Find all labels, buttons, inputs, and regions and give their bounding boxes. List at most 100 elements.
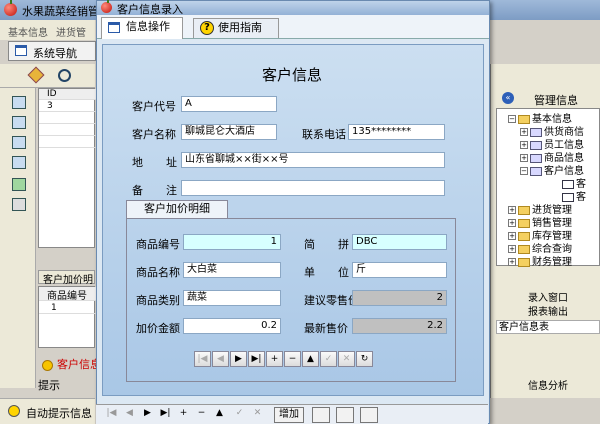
grid-header: 商品编号 <box>39 287 96 302</box>
unit-input[interactable]: 斤 <box>352 262 447 278</box>
tree-item-goods[interactable]: + 商品信息 <box>520 149 584 164</box>
grid-row[interactable]: 3 <box>39 101 96 112</box>
bottom-delete-button[interactable]: − <box>194 406 209 422</box>
post-record-button[interactable]: ✓ <box>320 351 337 367</box>
plus-icon[interactable]: + <box>508 206 516 214</box>
tree-item-customer-form[interactable]: 客 <box>562 175 586 190</box>
tree-item-staff[interactable]: + 员工信息 <box>520 136 584 151</box>
pinyin-input[interactable]: DBC <box>352 234 447 250</box>
item-name-input[interactable]: 大白菜 <box>183 262 281 278</box>
bottom-cancel-button[interactable]: ✕ <box>250 406 265 422</box>
remark-label-2: 注 <box>166 184 177 197</box>
edit-record-button[interactable]: ▲ <box>302 351 319 367</box>
tree-item-purchase[interactable]: + 进货管理 <box>508 201 572 216</box>
minus-icon[interactable]: − <box>508 115 516 123</box>
folder-icon <box>518 257 530 267</box>
bottom-post-button[interactable]: ✓ <box>232 406 247 422</box>
main-menu-bar: 基本信息 进货管 <box>0 20 95 40</box>
app-apple-icon <box>101 0 112 13</box>
plus-icon[interactable]: + <box>520 141 528 149</box>
refresh-record-button[interactable]: ↻ <box>356 351 373 367</box>
markup-input[interactable]: 0.2 <box>183 318 281 334</box>
export-icon[interactable] <box>360 407 378 423</box>
tree-item-finance[interactable]: + 财务管理 <box>508 253 572 268</box>
bottom-insert-button[interactable]: + <box>176 406 191 422</box>
tree-item-query[interactable]: + 综合查询 <box>508 240 572 255</box>
warning-text: 客户信息 <box>57 358 101 371</box>
customer-name-input[interactable]: 聊城昆仑大酒店 <box>181 124 277 140</box>
bottom-prev-button[interactable]: ◀ <box>122 406 137 422</box>
list-icon[interactable] <box>12 136 26 149</box>
first-record-button[interactable]: |◀ <box>194 351 211 367</box>
tree-item-customer[interactable]: − 客户信息 <box>520 162 584 177</box>
entry-window-button[interactable]: 录入窗口 <box>496 292 600 306</box>
report-output-button[interactable]: 报表输出 <box>496 306 600 320</box>
remark-input[interactable] <box>181 180 445 196</box>
latest-price-label: 最新售价 <box>304 322 348 335</box>
tree-item-basic[interactable]: − 基本信息 <box>508 110 572 125</box>
plus-icon[interactable]: + <box>520 154 528 162</box>
plus-icon[interactable]: + <box>508 232 516 240</box>
delete-record-button[interactable]: − <box>284 351 301 367</box>
bottom-next-button[interactable]: ▶ <box>140 406 155 422</box>
cancel-record-button[interactable]: ✕ <box>338 351 355 367</box>
plus-icon[interactable]: + <box>508 219 516 227</box>
warning-icon <box>42 359 53 371</box>
address-label-2: 址 <box>166 156 177 169</box>
bottom-last-button[interactable]: ▶| <box>158 406 173 422</box>
left-data-grid[interactable]: ID 3 <box>38 88 96 248</box>
bottom-edit-button[interactable]: ▲ <box>212 406 227 422</box>
tab-customer-markup-detail[interactable]: 客户加价明细 <box>126 200 228 218</box>
chart-icon[interactable] <box>12 178 26 191</box>
right-panel-title: 管理信息 <box>534 94 578 107</box>
phone-input[interactable]: 135******** <box>348 124 445 140</box>
address-input[interactable]: 山东省聊城××街××号 <box>181 152 445 168</box>
add-button[interactable]: 增加 <box>274 407 304 423</box>
item-code-input[interactable]: 1 <box>183 234 281 250</box>
tab-user-guide-label: 使用指南 <box>218 21 262 34</box>
bottom-first-button[interactable]: |◀ <box>104 406 119 422</box>
preview-icon[interactable] <box>336 407 354 423</box>
pencil-icon[interactable] <box>27 66 45 84</box>
tab-user-guide[interactable]: ? 使用指南 <box>193 18 279 38</box>
customer-code-input[interactable]: A <box>181 96 277 112</box>
info-analysis-button[interactable]: 信息分析 <box>496 380 600 394</box>
collapse-icon[interactable]: « <box>502 92 514 104</box>
app-apple-icon <box>4 0 17 16</box>
grid-row[interactable] <box>39 113 96 124</box>
category-input[interactable]: 蔬菜 <box>183 290 281 306</box>
report-icon[interactable] <box>12 156 26 169</box>
right-panel-header: « 管理信息 <box>496 92 600 107</box>
tree-item-customer-report[interactable]: 客 <box>562 188 586 203</box>
item-code-label: 商品编号 <box>136 238 180 251</box>
module-icon[interactable] <box>12 96 26 109</box>
tab-customer-markup[interactable]: 客户加价明 <box>38 270 95 286</box>
plus-icon[interactable]: + <box>508 245 516 253</box>
menu-item-basic[interactable]: 基本信息 <box>8 24 48 39</box>
plus-icon[interactable]: + <box>520 128 528 136</box>
tree-icon[interactable] <box>12 116 26 129</box>
next-record-button[interactable]: ▶ <box>230 351 247 367</box>
grid-row[interactable]: 1 <box>39 303 96 314</box>
search-icon[interactable] <box>58 69 71 82</box>
tree-item-sales[interactable]: + 销售管理 <box>508 214 572 229</box>
last-record-button[interactable]: ▶| <box>248 351 265 367</box>
tree-item-supplier[interactable]: + 供货商信 <box>520 123 584 138</box>
latest-price-field: 2.2 <box>352 318 447 334</box>
grid-row[interactable] <box>39 125 96 136</box>
markup-grid[interactable]: 商品编号 1 <box>38 286 96 348</box>
trash-icon[interactable] <box>12 198 26 211</box>
plus-icon[interactable]: + <box>508 258 516 266</box>
customer-report-button[interactable]: 客户信息表 <box>496 320 600 334</box>
print-icon[interactable] <box>312 407 330 423</box>
menu-item-purchase[interactable]: 进货管 <box>56 24 86 39</box>
minus-icon[interactable]: − <box>520 167 528 175</box>
form-title: 客户信息 <box>262 66 323 84</box>
tab-info-ops[interactable]: 信息操作 <box>101 17 183 39</box>
tab-system-nav[interactable]: 系统导航 <box>8 41 96 61</box>
tree-item-inventory[interactable]: + 库存管理 <box>508 227 572 242</box>
insert-record-button[interactable]: + <box>266 351 283 367</box>
prev-record-button[interactable]: ◀ <box>212 351 229 367</box>
grid-row[interactable] <box>39 137 96 148</box>
help-icon: ? <box>200 21 214 35</box>
